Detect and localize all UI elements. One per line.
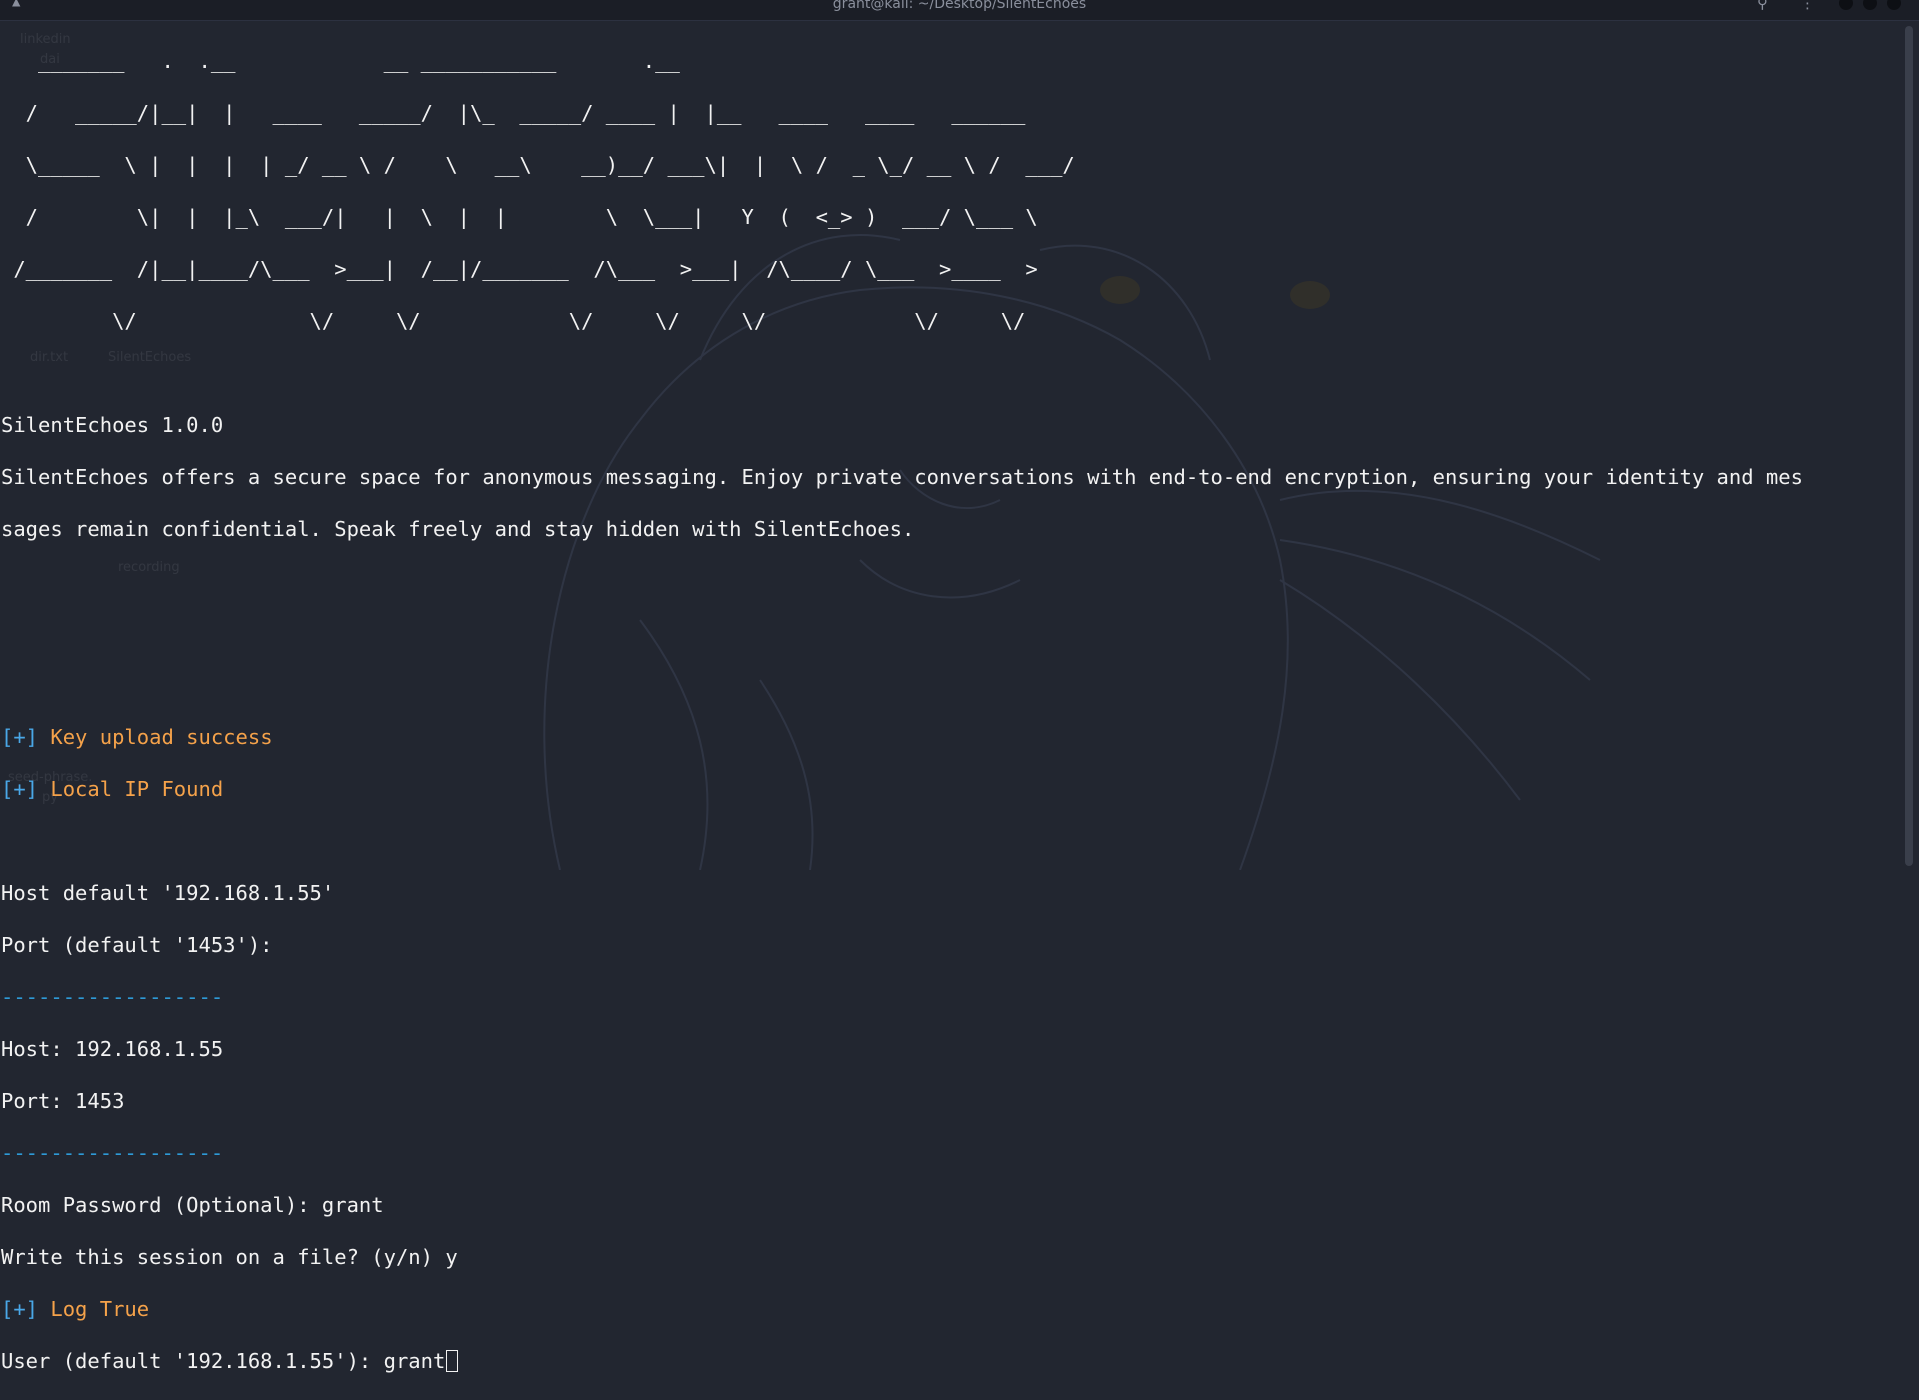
host-default-line: Host default '192.168.1.55' bbox=[1, 881, 335, 905]
ascii-banner-line: _______ . .__ __ ___________ .__ bbox=[1, 49, 680, 73]
kebab-menu-icon[interactable]: ⋮ bbox=[1800, 0, 1815, 12]
version-line: SilentEchoes 1.0.0 bbox=[1, 413, 224, 437]
status-key-upload: [+] Key upload success bbox=[1, 724, 1901, 750]
host-line: Host: 192.168.1.55 bbox=[1, 1037, 224, 1061]
ascii-banner-line: \_____ \ | | | | _/ __ \ / \ __\ __)__/ … bbox=[1, 153, 1075, 177]
description-line: sages remain confidential. Speak freely … bbox=[1, 517, 915, 541]
description-line: SilentEchoes offers a secure space for a… bbox=[1, 465, 1803, 489]
ascii-banner-line: / _____/|__| | ____ _____/ |\_ _____/ __… bbox=[1, 101, 1026, 125]
separator-line: ------------------ bbox=[1, 1141, 224, 1165]
status-text: Log True bbox=[50, 1297, 150, 1321]
status-local-ip: [+] Local IP Found bbox=[1, 776, 1901, 802]
status-log: [+] Log True bbox=[1, 1296, 1901, 1322]
user-prompt-label: User (default '192.168.1.55'): bbox=[1, 1349, 384, 1373]
status-text: Key upload success bbox=[50, 725, 273, 749]
window-title: grant@kali: ~/Desktop/SilentEchoes bbox=[832, 0, 1087, 12]
write-session-line: Write this session on a file? (y/n) y bbox=[1, 1245, 458, 1269]
status-bracket: [+] bbox=[1, 777, 39, 801]
room-password-line: Room Password (Optional): grant bbox=[1, 1193, 384, 1217]
ascii-banner-line: \/ \/ \/ \/ \/ \/ \/ \/ bbox=[1, 309, 1026, 333]
user-prompt-line[interactable]: User (default '192.168.1.55'): grant bbox=[1, 1348, 1901, 1374]
status-bracket: [+] bbox=[1, 725, 39, 749]
ascii-banner-line: /_______ /|__|____/\___ >___| /__|/_____… bbox=[1, 257, 1038, 281]
user-input[interactable]: grant bbox=[384, 1349, 446, 1373]
status-bracket: [+] bbox=[1, 1297, 39, 1321]
terminal-scrollbar[interactable] bbox=[1905, 26, 1913, 866]
search-icon[interactable]: ⚲ bbox=[1757, 0, 1768, 12]
port-line: Port: 1453 bbox=[1, 1089, 125, 1113]
window-titlebar[interactable]: ▲ grant@kali: ~/Desktop/SilentEchoes ⚲ ⋮ bbox=[0, 0, 1919, 21]
ascii-banner-line: / \| | |_\ ___/| | \ | | \ \___| Y ( <_>… bbox=[1, 205, 1038, 229]
separator-line: ------------------ bbox=[1, 985, 224, 1009]
port-prompt-line: Port (default '1453'): bbox=[1, 933, 273, 957]
terminal-output[interactable]: _______ . .__ __ ___________ .__ / _____… bbox=[1, 22, 1901, 1400]
status-text: Local IP Found bbox=[50, 777, 224, 801]
terminal-cursor bbox=[446, 1350, 459, 1372]
